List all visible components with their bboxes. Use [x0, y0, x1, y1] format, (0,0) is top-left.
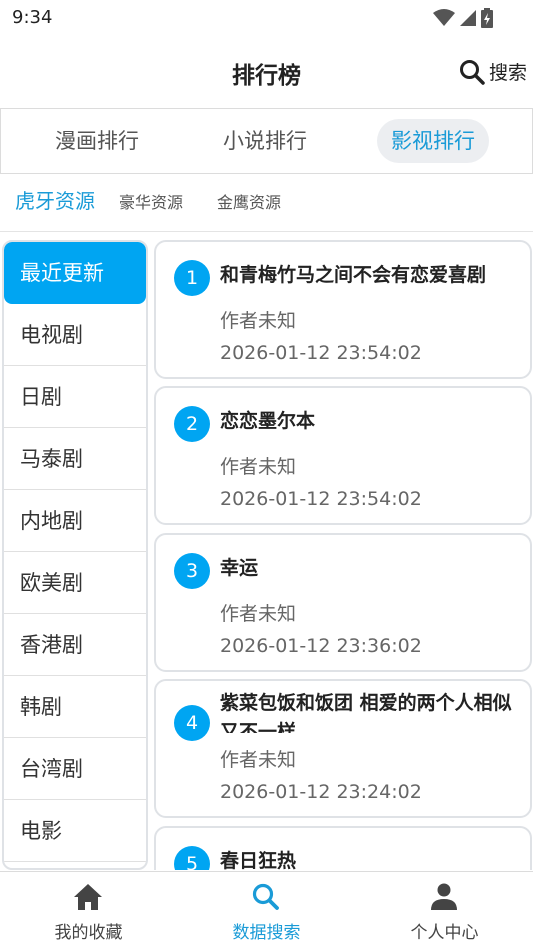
- ranking-card[interactable]: 3 幸运 作者未知 2026-01-12 23:36:02: [154, 533, 532, 672]
- nav-label: 数据搜索: [232, 923, 301, 943]
- card-author: 作者未知: [220, 749, 297, 771]
- status-icons: [433, 8, 493, 28]
- ranking-list: 1 和青梅竹马之间不会有恋爱喜剧 作者未知 2026-01-12 23:54:0…: [154, 240, 533, 870]
- card-author: 作者未知: [220, 310, 297, 332]
- card-time: 2026-01-12 23:24:02: [220, 781, 422, 803]
- card-author: 作者未知: [220, 603, 297, 625]
- home-icon: [74, 884, 102, 910]
- nav-favorites[interactable]: 我的收藏: [0, 872, 177, 948]
- sidebar-item-movie[interactable]: 电影: [4, 800, 146, 862]
- ranking-card[interactable]: 2 恋恋墨尔本 作者未知 2026-01-12 23:54:02: [154, 386, 532, 525]
- sidebar-item-taiwan-drama[interactable]: 台湾剧: [4, 738, 146, 800]
- source-tab-jinying[interactable]: 金鹰资源: [217, 188, 281, 218]
- sidebar-item-hongkong-drama[interactable]: 香港剧: [4, 614, 146, 676]
- person-icon: [431, 883, 457, 910]
- ranking-card[interactable]: 1 和青梅竹马之间不会有恋爱喜剧 作者未知 2026-01-12 23:54:0…: [154, 240, 532, 379]
- sidebar-item-japanese-drama[interactable]: 日剧: [4, 366, 146, 428]
- card-title: 幸运: [220, 557, 259, 579]
- wifi-icon: [433, 9, 455, 26]
- card-title: 紫菜包饭和饭团 相爱的两个人相似又不一样: [220, 692, 512, 733]
- search-button[interactable]: 搜索: [459, 58, 527, 85]
- source-tabs: 虎牙资源 豪华资源 金鹰资源: [0, 178, 533, 232]
- sidebar-item-recent[interactable]: 最近更新: [4, 242, 146, 304]
- app-header: 排行榜 搜索: [0, 36, 533, 108]
- nav-profile[interactable]: 个人中心: [356, 872, 533, 948]
- ranking-card[interactable]: 4 紫菜包饭和饭团 相爱的两个人相似又不一样 作者未知 2026-01-12 2…: [154, 679, 532, 818]
- card-title: 和青梅竹马之间不会有恋爱喜剧: [220, 264, 487, 286]
- card-title: 恋恋墨尔本: [220, 410, 316, 432]
- sidebar-item-western-drama[interactable]: 欧美剧: [4, 552, 146, 614]
- rank-badge: 3: [174, 553, 210, 589]
- sidebar-item-mainland-drama[interactable]: 内地剧: [4, 490, 146, 552]
- sidebar-item-korean-drama[interactable]: 韩剧: [4, 676, 146, 738]
- tab-comic-ranking[interactable]: 漫画排行: [41, 119, 153, 163]
- tab-novel-ranking[interactable]: 小说排行: [209, 119, 321, 163]
- nav-label: 个人中心: [410, 923, 479, 943]
- bottom-nav: 我的收藏 数据搜索 个人中心: [0, 871, 533, 948]
- nav-label: 我的收藏: [54, 923, 123, 943]
- tab-video-ranking[interactable]: 影视排行: [377, 119, 489, 163]
- sidebar-item-thai-drama[interactable]: 马泰剧: [4, 428, 146, 490]
- ranking-card[interactable]: 5 春日狂热: [154, 826, 532, 870]
- card-title: 春日狂热: [220, 850, 297, 870]
- source-tab-huya[interactable]: 虎牙资源: [15, 186, 95, 216]
- search-icon: [252, 883, 279, 910]
- sidebar-item-tv-drama[interactable]: 电视剧: [4, 304, 146, 366]
- rank-badge: 4: [174, 705, 210, 741]
- card-time: 2026-01-12 23:54:02: [220, 342, 422, 364]
- card-time: 2026-01-12 23:36:02: [220, 635, 422, 657]
- rank-badge: 1: [174, 260, 210, 296]
- search-label: 搜索: [488, 62, 527, 84]
- source-tab-haohua[interactable]: 豪华资源: [119, 188, 183, 218]
- category-tabs: 漫画排行 小说排行 影视排行: [0, 108, 533, 174]
- nav-data-search[interactable]: 数据搜索: [178, 872, 355, 948]
- battery-icon: [481, 8, 493, 28]
- rank-badge: 2: [174, 406, 210, 442]
- page-title: 排行榜: [232, 63, 301, 89]
- rank-badge: 5: [174, 846, 210, 870]
- search-icon: [459, 59, 485, 85]
- genre-sidebar: 最近更新 电视剧 日剧 马泰剧 内地剧 欧美剧 香港剧 韩剧 台湾剧 电影: [2, 240, 148, 870]
- card-time: 2026-01-12 23:54:02: [220, 488, 422, 510]
- status-bar: 9:34: [0, 0, 533, 36]
- card-author: 作者未知: [220, 456, 297, 478]
- status-time: 9:34: [12, 7, 53, 28]
- signal-icon: [460, 10, 476, 26]
